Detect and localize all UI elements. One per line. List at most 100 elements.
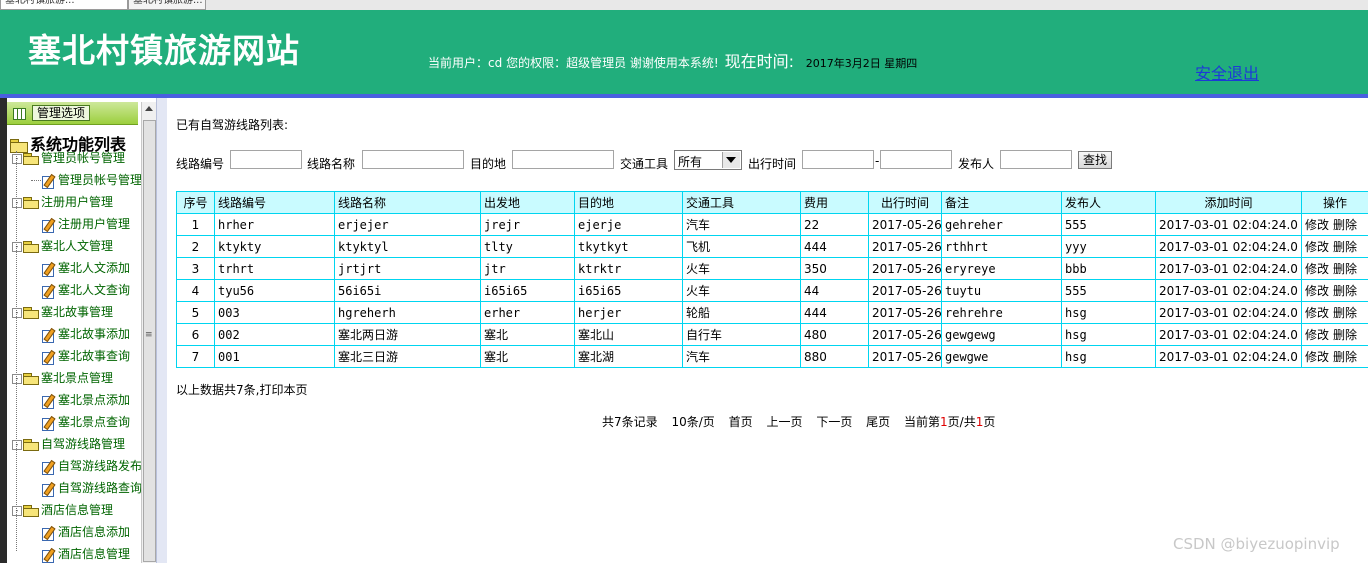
table-cell: 2017-05-26 (868, 301, 942, 324)
table-row: 2 ktykty ktyktyl tlty tkytkyt 飞机 444 2017-05-26… (176, 235, 1368, 258)
tree-group-stories[interactable]: - 塞北故事管理 (12, 302, 113, 322)
collapse-icon: - (12, 505, 22, 516)
delete-link[interactable]: 删除 (1333, 262, 1357, 276)
table-row: 7 001 塞北三日游 塞北 塞北湖 汽车 880 2017-05-26 gewgwe hsg 20… (176, 345, 1368, 368)
table-cell: 1 (176, 213, 215, 236)
tree-group-registered-users[interactable]: - 注册用户管理 (12, 192, 113, 212)
browser-tab-1[interactable]: 塞北村镇旅游... (0, 0, 128, 10)
edit-link[interactable]: 修改 (1305, 218, 1329, 232)
tree-item-culture-query[interactable]: 塞北人文查询 (42, 280, 130, 300)
row-actions: 修改 删除 (1301, 345, 1368, 368)
tree-item-route-publish[interactable]: 自驾游线路发布 (42, 456, 142, 476)
table-cell: 2017-03-01 02:04:24.0 (1155, 323, 1302, 346)
table-cell: 汽车 (682, 345, 801, 368)
publisher-input[interactable] (1000, 150, 1072, 169)
next-page-link[interactable]: 下一页 (816, 415, 852, 429)
delete-link[interactable]: 删除 (1333, 284, 1357, 298)
tree-group-admin-accounts[interactable]: - 管理员帐号管理 (12, 148, 125, 168)
depart-time-label: 出行时间 (748, 157, 797, 171)
table-row: 4 tyu56 56i65i i65i65 i65i65 火车 44 2017-05-26 tu… (176, 279, 1368, 302)
table-cell: 3 (176, 257, 215, 280)
current-page-info: 当前第1页/共1页 (904, 415, 996, 429)
scroll-thumb[interactable] (143, 120, 156, 562)
delete-link[interactable]: 删除 (1333, 328, 1357, 342)
tree-group-hotels[interactable]: - 酒店信息管理 (12, 500, 113, 520)
row-actions: 修改 删除 (1301, 213, 1368, 236)
thanks-text: 谢谢使用本系统! (629, 56, 719, 70)
tree-group-scenic-spots[interactable]: - 塞北景点管理 (12, 368, 113, 388)
tree-item-stories-add[interactable]: 塞北故事添加 (42, 324, 130, 344)
table-cell: 2017-05-26 (868, 279, 942, 302)
table-cell: 塞北湖 (574, 345, 683, 368)
first-page-link[interactable]: 首页 (729, 415, 753, 429)
table-cell: 2017-03-01 02:04:24.0 (1155, 279, 1302, 302)
search-button[interactable]: 查找 (1078, 151, 1113, 169)
route-name-input[interactable] (362, 150, 464, 169)
destination-input[interactable] (512, 150, 614, 169)
tree-group-self-drive-routes[interactable]: - 自驾游线路管理 (12, 434, 125, 454)
edit-link[interactable]: 修改 (1305, 284, 1329, 298)
table-row: 1 hrher erjejer jrejr ejerje 汽车 22 2017-05-26 ge… (176, 213, 1368, 236)
route-no-input[interactable] (230, 150, 302, 169)
current-page-number: 1 (940, 415, 948, 429)
tree-item-scenic-add[interactable]: 塞北景点添加 (42, 390, 130, 410)
delete-link[interactable]: 删除 (1333, 350, 1357, 364)
edit-link[interactable]: 修改 (1305, 240, 1329, 254)
table-cell: 自行车 (682, 323, 801, 346)
row-actions: 修改 删除 (1301, 301, 1368, 324)
edit-link[interactable]: 修改 (1305, 350, 1329, 364)
browser-tab-2[interactable]: 塞北村镇旅游... (128, 0, 206, 10)
prev-page-link[interactable]: 上一页 (766, 415, 802, 429)
destination-label: 目的地 (470, 157, 507, 171)
table-cell: 56i65i (334, 279, 481, 302)
table-cell: 6 (176, 323, 215, 346)
tree-item-registered-users[interactable]: 注册用户管理 (42, 214, 130, 234)
transport-select[interactable]: 所有 (674, 150, 742, 170)
tree-item-route-query[interactable]: 自驾游线路查询 (42, 478, 142, 498)
table-cell: 444 (800, 301, 869, 324)
table-cell: 2 (176, 235, 215, 258)
table-cell: trhrt (214, 257, 335, 280)
tree-item-admin-accounts[interactable]: 管理员帐号管理 (42, 170, 142, 190)
table-cell: tuytu (941, 279, 1062, 302)
collapse-icon: - (12, 439, 22, 450)
last-page-link[interactable]: 尾页 (866, 415, 890, 429)
table-cell: 塞北 (480, 345, 575, 368)
table-header-row: 序号 线路编号 线路名称 出发地 目的地 交通工具 费用 出行时间 备注 发布人… (176, 191, 1368, 214)
column-header: 序号 (176, 191, 215, 214)
tree-item-hotel-manage[interactable]: 酒店信息管理 (42, 544, 130, 563)
collapse-icon: - (12, 197, 22, 208)
table-cell: 4 (176, 279, 215, 302)
delete-link[interactable]: 删除 (1333, 306, 1357, 320)
tree-group-culture[interactable]: - 塞北人文管理 (12, 236, 113, 256)
edit-link[interactable]: 修改 (1305, 262, 1329, 276)
chevron-down-icon[interactable] (722, 152, 740, 168)
logout-link[interactable]: 安全退出 (1195, 60, 1259, 84)
tree-item-scenic-query[interactable]: 塞北景点查询 (42, 412, 130, 432)
edit-page-icon (42, 284, 56, 299)
edit-link[interactable]: 修改 (1305, 306, 1329, 320)
table-row: 6 002 塞北两日游 塞北 塞北山 自行车 480 2017-05-26 gewgewg hsg… (176, 323, 1368, 346)
management-options-button[interactable]: 管理选项 (32, 105, 91, 121)
user-info: 当前用户：cd 您的权限：超级管理员 谢谢使用本系统! 现在时间: 2017年3… (428, 48, 917, 72)
edit-link[interactable]: 修改 (1305, 328, 1329, 342)
tree-item-stories-query[interactable]: 塞北故事查询 (42, 346, 130, 366)
table-cell: eryreye (941, 257, 1062, 280)
column-header: 费用 (800, 191, 869, 214)
table-cell: rehrehre (941, 301, 1062, 324)
table-cell: 2017-05-26 (868, 345, 942, 368)
depart-time-start-input[interactable] (802, 150, 874, 169)
table-cell: 2017-05-26 (868, 323, 942, 346)
tree-item-culture-add[interactable]: 塞北人文添加 (42, 258, 130, 278)
main-content: 已有自驾游线路列表: 线路编号 线路名称 目的地 交通工具 所有 出行时间 - … (166, 98, 1368, 563)
scroll-up-icon[interactable] (145, 106, 153, 111)
route-name-label: 线路名称 (307, 157, 356, 171)
tree-item-hotel-add[interactable]: 酒店信息添加 (42, 522, 130, 542)
delete-link[interactable]: 删除 (1333, 218, 1357, 232)
folder-icon (23, 505, 39, 517)
depart-time-end-input[interactable] (880, 150, 952, 169)
permission-value: 超级管理员 (566, 56, 627, 70)
sidebar-scrollbar[interactable]: ≡ (141, 102, 157, 563)
table-cell: jtr (480, 257, 575, 280)
delete-link[interactable]: 删除 (1333, 240, 1357, 254)
